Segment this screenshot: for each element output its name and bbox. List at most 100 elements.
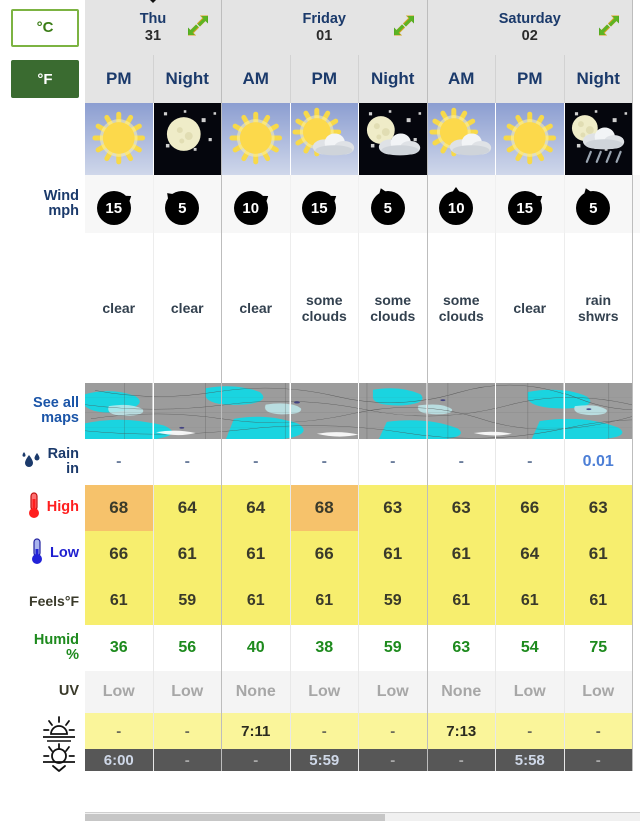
scrollbar-thumb[interactable]	[85, 814, 385, 821]
humidity-value: 54	[520, 639, 539, 656]
sunrise-row: - - 7:11 - - 7:13 - -	[85, 713, 640, 749]
uv-value: Low	[582, 683, 615, 700]
day-selected-caret	[144, 0, 162, 3]
rain-cell: -	[359, 439, 428, 485]
wind-label: Wind	[43, 187, 79, 204]
weather-map-cell[interactable]	[427, 383, 496, 439]
raindrop-icon	[20, 449, 44, 476]
period-header-friday-pm[interactable]: PM	[290, 55, 359, 103]
weather-map-cell[interactable]	[222, 383, 291, 439]
sky-icon-sun	[496, 103, 564, 175]
feels-temp-cell: 61	[427, 577, 496, 625]
weather-map-cell[interactable]	[564, 383, 633, 439]
weather-map-cell[interactable]	[85, 383, 154, 439]
sunset-time-value: -	[595, 751, 601, 769]
wind-indicator: 15	[91, 181, 147, 227]
day-number: 31	[144, 27, 162, 44]
condition-cell: some clouds	[290, 233, 359, 383]
humidity-value: 75	[589, 639, 608, 656]
weather-map-cell[interactable]	[359, 383, 428, 439]
period-header-thu-night[interactable]: Night	[153, 55, 222, 103]
high-temp-cell: 64	[222, 485, 291, 531]
sky-icon-moon-cloud	[359, 103, 427, 175]
sunset-time-value: 5:58	[514, 751, 545, 769]
condition-cell: clear	[85, 233, 154, 383]
high-temp-cell: 63	[564, 485, 633, 531]
sunset-row: 6:00 - - 5:59 - - 5:58 -	[85, 749, 640, 771]
high-temp-value: 63	[451, 498, 471, 517]
uv-cell: None	[222, 671, 291, 713]
period-header-thu-pm[interactable]: PM	[85, 55, 154, 103]
high-temp-row: 68 64 64 68 63 63 66 63	[85, 485, 640, 531]
sunrise-time-value: -	[390, 722, 396, 740]
period-header-friday-am[interactable]: AM	[222, 55, 291, 103]
humidity-cell: 38	[290, 625, 359, 671]
weather-map-cell[interactable]	[496, 383, 565, 439]
humidity-value: 56	[178, 639, 197, 656]
map-row	[85, 383, 640, 439]
feels-temp-cell: 59	[359, 577, 428, 625]
period-header-saturday-night[interactable]: Night	[564, 55, 633, 103]
humidity-row: 36 56 40 38 59 63 54 75	[85, 625, 640, 671]
feels-label: Feels°F	[29, 592, 79, 609]
sky-icon-sun-cloud	[290, 103, 358, 175]
wind-indicator: 15	[296, 181, 352, 227]
sunrise-time-value: 7:13	[446, 722, 477, 740]
expand-arrows-icon[interactable]	[391, 12, 417, 43]
condition-cell: some clouds	[427, 233, 496, 383]
rain-row: - - - - - - - 0.01	[85, 439, 640, 485]
uv-value: None	[441, 683, 482, 700]
sky-icon-cell	[564, 103, 633, 175]
feels-temp-value: 61	[589, 592, 608, 609]
horizontal-scrollbar[interactable]	[85, 812, 640, 821]
see-all-maps-link[interactable]: See all	[33, 395, 79, 411]
maps-label-cell[interactable]: See all maps	[0, 383, 85, 439]
wind-cell: 10	[222, 175, 291, 233]
sky-icon-cell	[153, 103, 222, 175]
grid-spacer	[633, 175, 640, 233]
rain-value: -	[321, 453, 327, 470]
period-header-saturday-am[interactable]: AM	[427, 55, 496, 103]
humidity-value: 59	[383, 639, 402, 656]
condition-cell: clear	[222, 233, 291, 383]
period-header-saturday-pm[interactable]: PM	[496, 55, 565, 103]
weather-map-cell[interactable]	[290, 383, 359, 439]
wind-speed-badge: 5	[576, 191, 611, 225]
day-header-thu[interactable]: Thu 31	[85, 0, 222, 55]
day-header-friday[interactable]: Friday 01	[222, 0, 428, 55]
rain-label: Rain	[47, 445, 79, 462]
feels-temp-cell: 61	[85, 577, 154, 625]
low-temp-value: 61	[451, 544, 471, 563]
day-name: Thu	[139, 10, 167, 27]
expand-arrows-icon[interactable]	[185, 12, 211, 43]
low-label: Low	[50, 545, 79, 562]
low-temp-cell: 66	[85, 531, 154, 577]
high-temp-cell: 68	[290, 485, 359, 531]
feels-row: 61 59 61 61 59 61 61 61	[85, 577, 640, 625]
rain-value: -	[116, 453, 122, 470]
sunrise-time-cell: -	[290, 713, 359, 749]
celsius-button[interactable]: °C	[11, 8, 79, 47]
fahrenheit-button[interactable]: °F	[11, 60, 79, 98]
uv-cell: Low	[359, 671, 428, 713]
day-header-saturday[interactable]: Saturday 02	[427, 0, 633, 55]
rain-cell: -	[85, 439, 154, 485]
sunset-time-value: -	[458, 751, 464, 769]
humidity-cell: 54	[496, 625, 565, 671]
sunset-time-cell: -	[222, 749, 291, 771]
see-all-maps-link-2[interactable]: maps	[33, 410, 79, 426]
period-header-friday-night[interactable]: Night	[359, 55, 428, 103]
unit-toggle-celsius-cell: °C	[0, 0, 85, 55]
sunset-time-value: -	[253, 751, 259, 769]
expand-arrows-icon[interactable]	[596, 12, 622, 43]
sky-icon-cell	[85, 103, 154, 175]
sky-icon-moon-stars	[153, 103, 221, 175]
wind-speed-badge: 15	[507, 191, 542, 225]
feels-temp-value: 61	[452, 592, 471, 609]
high-label: High	[46, 499, 79, 516]
high-temp-cell: 66	[496, 485, 565, 531]
weather-map-cell[interactable]	[153, 383, 222, 439]
humidity-cell: 59	[359, 625, 428, 671]
grid-spacer	[633, 439, 640, 485]
low-temp-value: 61	[383, 544, 403, 563]
